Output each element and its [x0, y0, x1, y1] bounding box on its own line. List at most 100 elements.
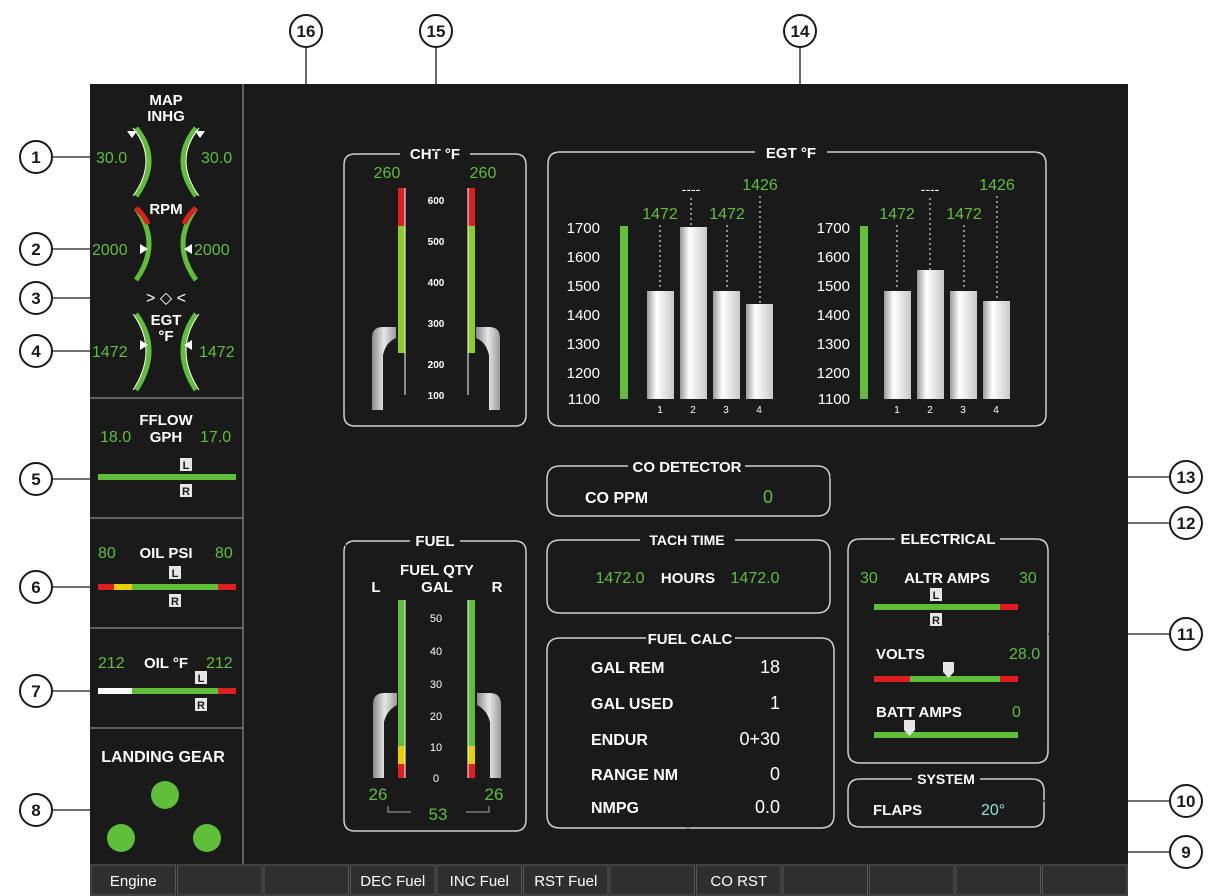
fuel-left-label: L [371, 579, 380, 596]
fuel-calc-value-gal-rem: 18 [760, 657, 780, 677]
fuel-tick-0: 0 [433, 773, 439, 785]
egt-right-tick-1600: 1600 [817, 249, 850, 266]
fuel-calc-value-range: 0 [770, 764, 780, 784]
oil-temp-left-value: 212 [98, 655, 125, 672]
egt-right-top-value: 1426 [979, 177, 1015, 194]
egt-right-tick-1700: 1700 [817, 220, 850, 237]
fuel-right-value: 26 [485, 785, 504, 804]
egt-left-label-4: 4 [756, 405, 762, 416]
fflow-right-value: 17.0 [200, 429, 231, 446]
callout-14: 14 [783, 14, 817, 48]
callout-number: 15 [427, 22, 446, 41]
system-title: SYSTEM [917, 771, 975, 787]
egt-title: EGT [151, 312, 182, 329]
callout-number: 3 [31, 289, 40, 308]
softkey-blank-7[interactable] [609, 864, 695, 896]
callout-8: 8 [19, 793, 53, 827]
egt-left-tick-1700: 1700 [567, 220, 600, 237]
softkey-engine[interactable]: Engine [90, 864, 176, 896]
softkey-label: RST Fuel [534, 873, 597, 890]
callout-number: 11 [1177, 625, 1195, 644]
callout-number: 8 [31, 801, 40, 820]
callout-number: 14 [791, 22, 810, 41]
batt-amps-value: 0 [1012, 704, 1021, 721]
egt-left-axis: 1700 1600 1500 1400 1300 1200 1100 [567, 220, 600, 408]
softkey-dec-fuel[interactable]: DEC Fuel [350, 864, 436, 896]
egt-panel-title: EGT °F [766, 145, 816, 162]
tach-time-label: HOURS [661, 570, 715, 587]
egt-left-v2: 1472 [709, 206, 745, 223]
cht-tick-400: 400 [428, 278, 445, 289]
fuel-title: FUEL [415, 533, 454, 550]
egt-right-tick-1300: 1300 [817, 336, 850, 353]
fuel-tick-20: 20 [430, 711, 442, 723]
fuel-calc-label-range: RANGE NM [591, 767, 678, 784]
softkey-blank-3[interactable] [263, 864, 349, 896]
egt-right-tick-1400: 1400 [817, 307, 850, 324]
cht-tick-600: 600 [428, 196, 445, 207]
egt-left-label-2: 2 [690, 405, 696, 416]
fuel-calc-value-endur: 0+30 [739, 729, 780, 749]
egt-left-tick-1300: 1300 [567, 336, 600, 353]
egt-unit: °F [158, 328, 173, 345]
map-unit: INHG [147, 108, 185, 125]
rpm-title: RPM [149, 201, 182, 218]
callout-5: 5 [19, 462, 53, 496]
fflow-marker-r: R [182, 486, 190, 498]
egt-left-tick-1200: 1200 [567, 365, 600, 382]
rpm-right-value: 2000 [194, 242, 230, 259]
electrical-title: ELECTRICAL [901, 531, 996, 548]
callout-number: 13 [1177, 468, 1196, 487]
softkey-blank-9[interactable] [782, 864, 868, 896]
softkey-rst-fuel[interactable]: RST Fuel [523, 864, 609, 896]
softkey-label: INC Fuel [450, 873, 509, 890]
volts-value: 28.0 [1009, 646, 1040, 663]
egt-right-dash: ---- [921, 181, 940, 197]
left-gear-light [107, 824, 135, 852]
oil-psi-right-value: 80 [215, 545, 233, 562]
softkey-blank-12[interactable] [1042, 864, 1128, 896]
softkey-label: DEC Fuel [360, 873, 425, 890]
map-right-value: 30.0 [201, 150, 232, 167]
egt-right-v1: 1472 [879, 206, 915, 223]
callout-number: 16 [297, 22, 316, 41]
softkey-blank-2[interactable] [177, 864, 263, 896]
fuel-tick-50: 50 [430, 613, 442, 625]
callout-number: 12 [1177, 514, 1196, 533]
softkey-blank-10[interactable] [869, 864, 955, 896]
softkey-bar: Engine DEC Fuel INC Fuel RST Fuel CO RST [90, 864, 1128, 896]
softkey-label: CO RST [710, 873, 767, 890]
landing-gear-title: LANDING GEAR [101, 749, 225, 766]
egt-left-dash: ---- [682, 181, 701, 197]
right-gear-light [193, 824, 221, 852]
egt-right-tick-1500: 1500 [817, 278, 850, 295]
batt-amps-label: BATT AMPS [876, 704, 962, 721]
fuel-tick-30: 30 [430, 679, 442, 691]
fflow-marker-l: L [183, 460, 190, 472]
egt-left-bar-2 [680, 227, 707, 399]
egt-left-tick-1400: 1400 [567, 307, 600, 324]
egt-right-bar-1 [884, 291, 911, 399]
softkey-label: Engine [110, 873, 157, 890]
oil-psi-left-value: 80 [98, 545, 116, 562]
fuel-calc-label-endur: ENDUR [591, 732, 648, 749]
oil-psi-title: OIL PSI [139, 545, 192, 562]
callout-13: 13 [1169, 460, 1203, 494]
fuel-calc-value-nmpg: 0.0 [755, 797, 780, 817]
fuel-calc-label-gal-rem: GAL REM [591, 660, 664, 677]
fuel-calc-value-gal-used: 1 [770, 693, 780, 713]
softkey-co-rst[interactable]: CO RST [696, 864, 782, 896]
oil-psi-marker-r: R [171, 596, 179, 608]
fflow-title: FFLOW [139, 412, 193, 429]
egt-right-value: 1472 [199, 344, 235, 361]
map-left-value: 30.0 [96, 150, 127, 167]
softkey-inc-fuel[interactable]: INC Fuel [436, 864, 522, 896]
volts-label: VOLTS [876, 646, 925, 663]
callout-3: 3 [19, 281, 53, 315]
co-ppm-value: 0 [763, 487, 773, 507]
egt-right-label-1: 1 [894, 405, 900, 416]
callout-number: 7 [31, 682, 40, 701]
egt-left-value: 1472 [92, 344, 128, 361]
softkey-blank-11[interactable] [955, 864, 1041, 896]
egt-right-label-3: 3 [960, 405, 966, 416]
